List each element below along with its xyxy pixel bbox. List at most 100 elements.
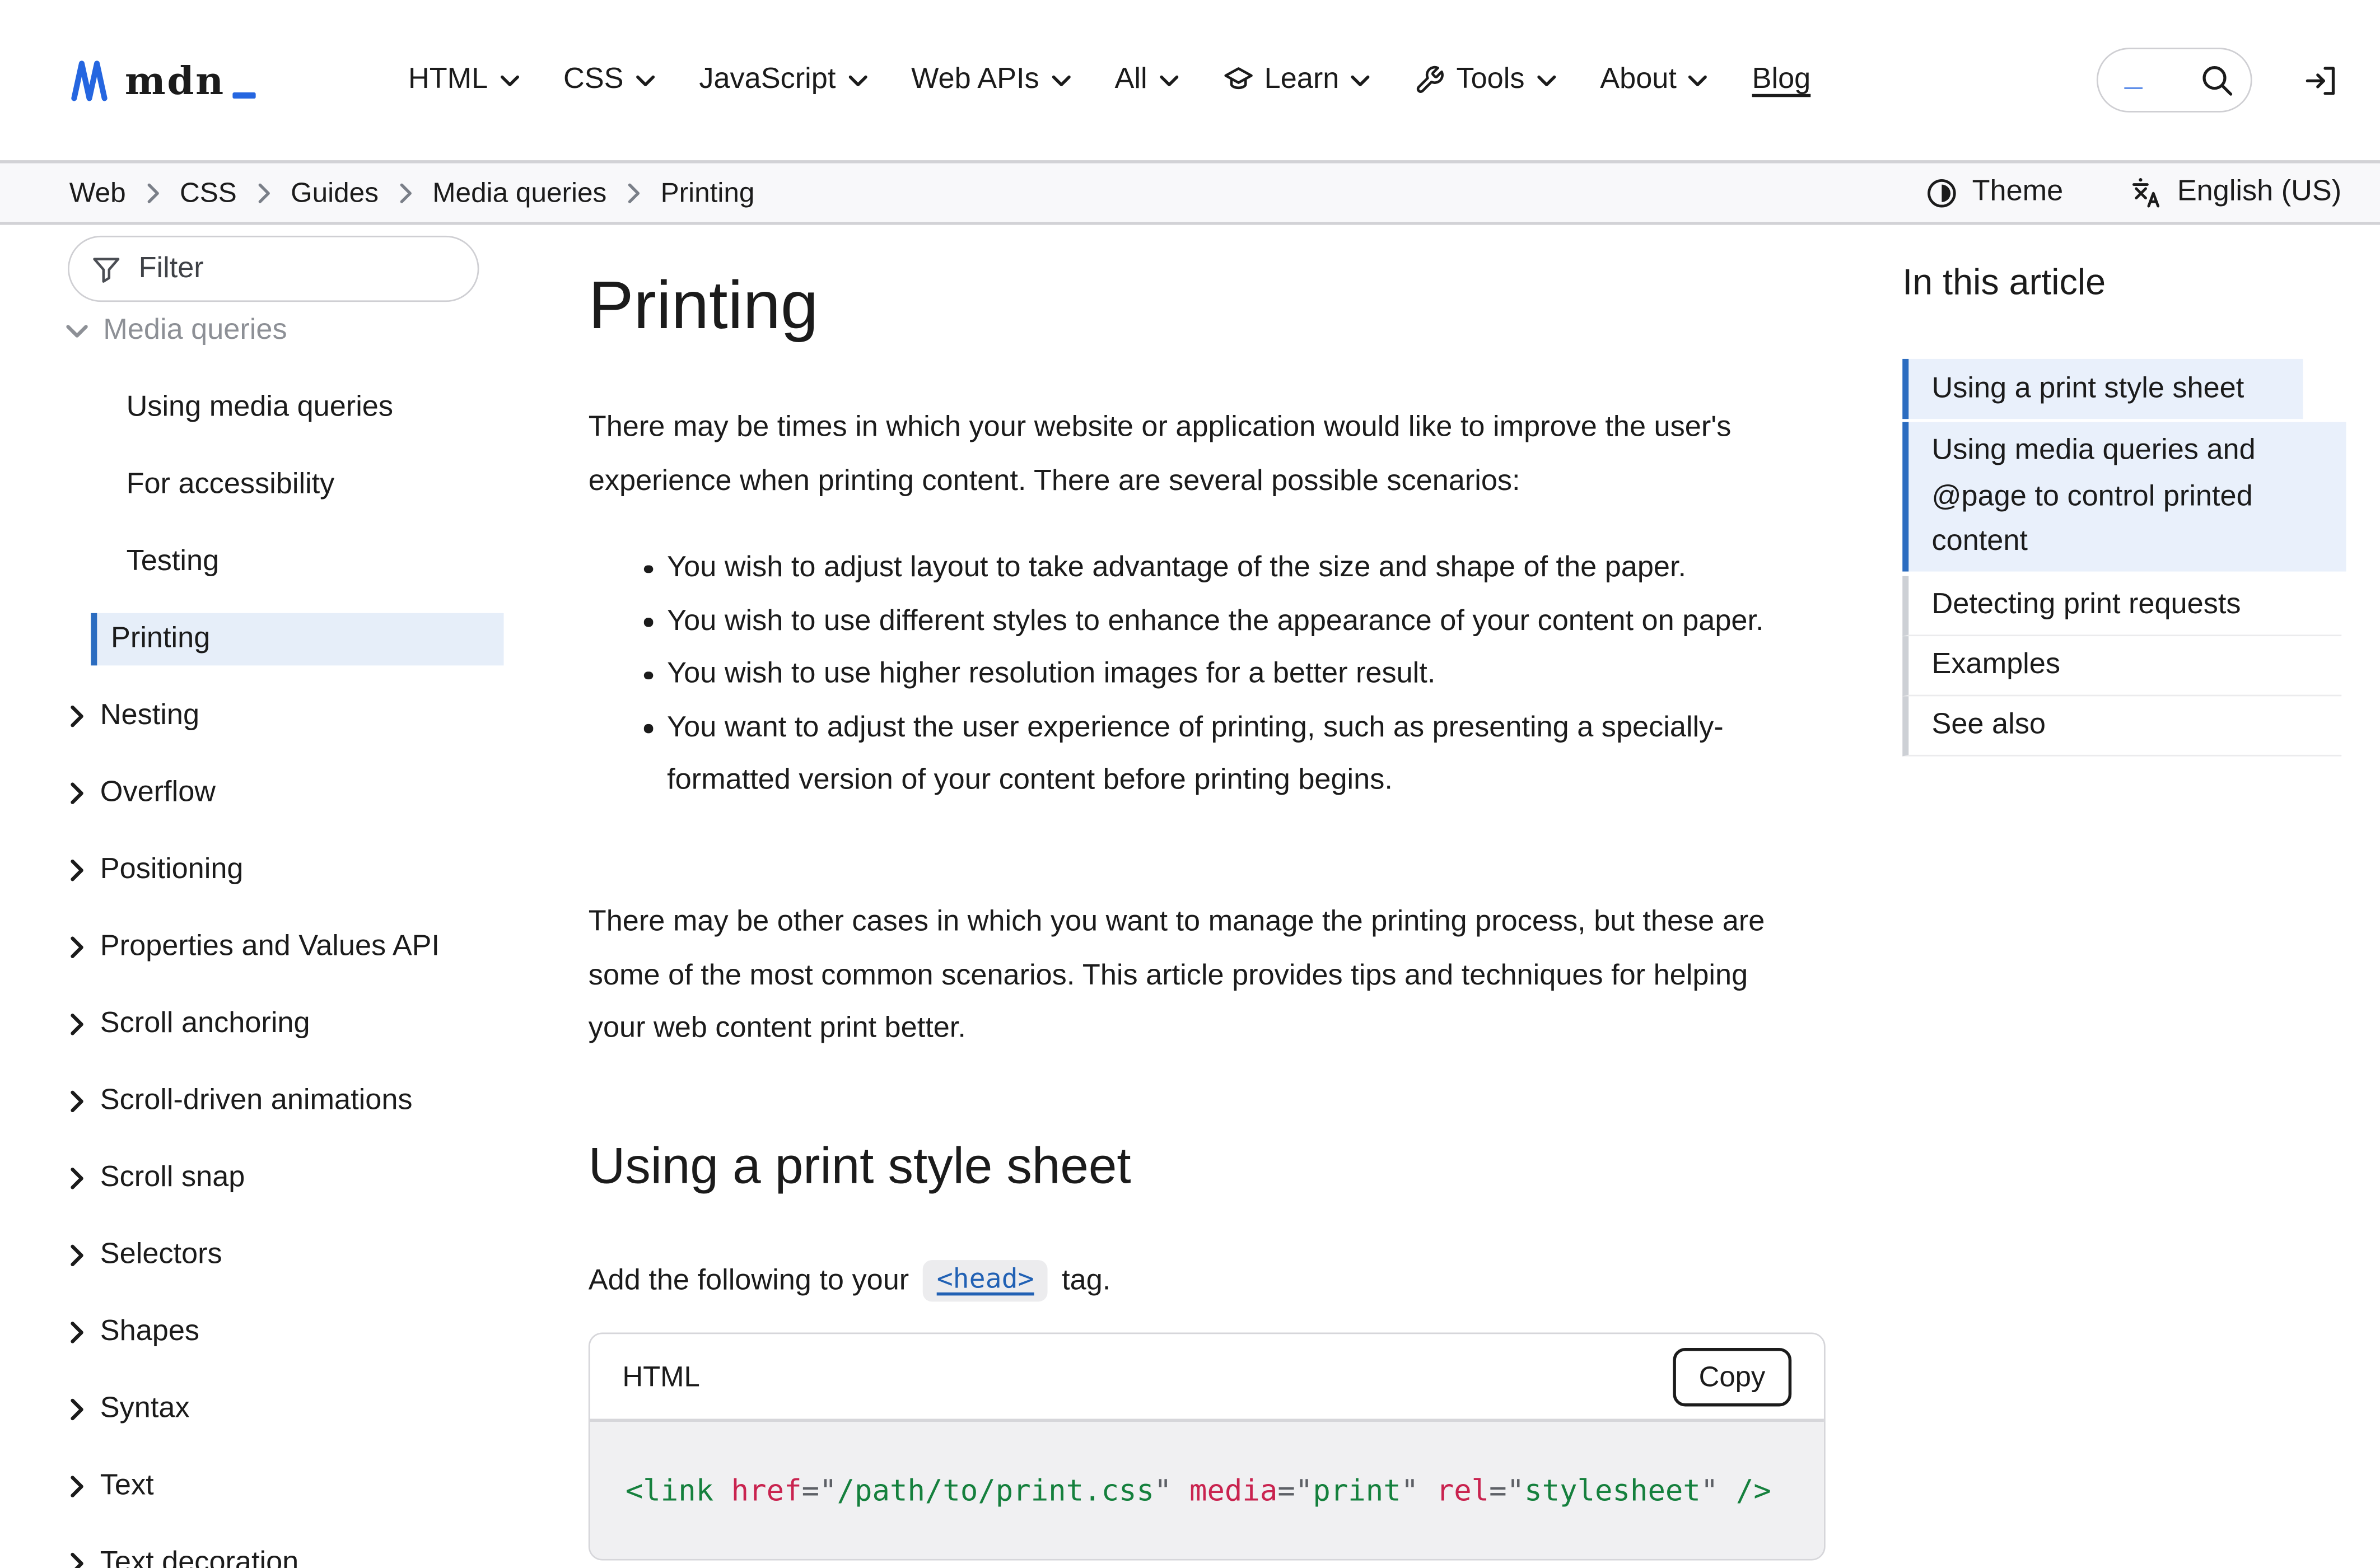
site-header: mdn HTML CSS JavaScript Web APIs All Learn Too…: [0, 0, 2380, 160]
sidebar-item-testing[interactable]: Testing: [0, 524, 562, 601]
search-input[interactable]: [2098, 57, 2195, 104]
sidebar-active-item: Printing: [91, 613, 503, 666]
nav-item-blog[interactable]: Blog: [1752, 63, 1811, 97]
head-tag-link[interactable]: <head>: [923, 1260, 1048, 1301]
chevron-right-icon: [69, 1399, 85, 1421]
toc-link-examples[interactable]: Examples: [1902, 636, 2341, 696]
chevron-right-icon: [69, 1476, 85, 1497]
sidebar-item-syntax[interactable]: Syntax: [0, 1371, 562, 1448]
sidebar-item-shapes[interactable]: Shapes: [0, 1294, 562, 1371]
sidebar-item-selectors[interactable]: Selectors: [0, 1217, 562, 1294]
nav-item-html[interactable]: HTML: [408, 63, 519, 97]
sidebar-item-properties-and-values-api[interactable]: Properties and Values API: [0, 909, 562, 986]
chevron-down-icon: [1689, 73, 1707, 87]
chevron-right-icon: [69, 860, 85, 881]
sidebar-item-using-media-queries[interactable]: Using media queries: [0, 370, 562, 447]
sidebar-item-label: Positioning: [100, 853, 244, 888]
chevron-right-icon: [69, 1168, 85, 1189]
nav-item-about[interactable]: About: [1600, 63, 1707, 97]
filter-icon: [91, 254, 122, 284]
sidebar-filter: [68, 236, 479, 302]
mdn-logo[interactable]: mdn: [71, 0, 256, 160]
toc-link-detecting-print-requests[interactable]: Detecting print requests: [1902, 575, 2341, 635]
nav-item-javascript[interactable]: JavaScript: [699, 63, 866, 97]
nav-item-label: About: [1600, 63, 1677, 97]
scenario-item: You wish to adjust layout to take advant…: [589, 542, 1846, 595]
breadcrumb: Web CSS Guides Media queries Printing: [69, 164, 755, 222]
chevron-down-icon: [848, 73, 866, 87]
article: Printing There may be times in which you…: [589, 225, 1852, 1568]
add-line-after: tag.: [1062, 1264, 1110, 1298]
nav-item-label: Web APIs: [911, 63, 1039, 97]
copy-button[interactable]: Copy: [1673, 1347, 1791, 1406]
sidebar-item-text-decoration[interactable]: Text decoration: [0, 1525, 562, 1568]
toc-link-label: Using media queries and @page to control…: [1932, 428, 2309, 564]
breadcrumb-link-css[interactable]: CSS: [180, 176, 237, 209]
nav-item-tools[interactable]: Tools: [1415, 63, 1555, 97]
sidebar-item-scroll-anchoring[interactable]: Scroll anchoring: [0, 986, 562, 1063]
search-icon[interactable]: [2200, 63, 2235, 99]
section-heading: Using a print style sheet: [589, 1137, 1131, 1196]
sidebar-item-printing[interactable]: Printing: [0, 601, 562, 678]
sidebar-item-nesting[interactable]: Nesting: [0, 678, 562, 755]
toc-title: In this article: [1902, 262, 2106, 304]
sidebar-item-label: Printing: [111, 622, 210, 656]
sidebar-item-label: Scroll anchoring: [100, 1007, 310, 1042]
sidebar-item-media-queries[interactable]: Media queries: [0, 293, 562, 370]
search-box: [2097, 48, 2252, 113]
nav-item-label: CSS: [563, 63, 623, 97]
breadcrumb-separator-icon: [627, 183, 641, 203]
chevron-right-icon: [69, 1091, 85, 1113]
mdn-logo-m-icon: [71, 59, 119, 101]
sidebar-item-label: Scroll-driven animations: [100, 1085, 413, 1119]
toc-link-using-media-queries-and-page-to-control-printed-content[interactable]: Using media queries and @page to control…: [1902, 422, 2346, 571]
login-icon[interactable]: [2303, 63, 2338, 99]
sidebar-item-label: Nesting: [100, 699, 199, 734]
toc-link-label: Examples: [1932, 642, 2060, 687]
scenario-list: You wish to adjust layout to take advant…: [589, 542, 1846, 809]
sidebar-item-for-accessibility[interactable]: For accessibility: [0, 447, 562, 524]
sidebar-item-overflow[interactable]: Overflow: [0, 755, 562, 832]
mdn-logo-underscore: [233, 92, 256, 99]
nav-item-learn[interactable]: Learn: [1222, 63, 1370, 97]
breadcrumb-link-web[interactable]: Web: [69, 176, 126, 209]
sidebar-item-label: Using media queries: [127, 391, 393, 426]
nav-item-web-apis[interactable]: Web APIs: [911, 63, 1070, 97]
sidebar-filter-input[interactable]: [136, 250, 427, 287]
code-line: <link href="/path/to/print.css" media="p…: [626, 1473, 1771, 1508]
breadcrumb-link-media-queries[interactable]: Media queries: [432, 176, 606, 209]
chevron-down-icon: [1537, 73, 1555, 87]
nav-item-label: All: [1115, 63, 1147, 97]
graduation-cap-icon: [1222, 65, 1253, 96]
language-button[interactable]: English (US): [2131, 176, 2341, 210]
breadcrumb-link-printing[interactable]: Printing: [661, 176, 755, 209]
add-line-before: Add the following to your: [589, 1264, 909, 1298]
sidebar-item-text[interactable]: Text: [0, 1448, 562, 1525]
translate-icon: [2131, 176, 2163, 209]
theme-button[interactable]: Theme: [1926, 176, 2063, 210]
scenario-item: You wish to use different styles to enha…: [589, 595, 1846, 648]
sidebar: Media queries Using media queries For acce…: [0, 225, 562, 1568]
breadcrumb-link-guides[interactable]: Guides: [291, 176, 379, 209]
chevron-down-icon: [1351, 73, 1370, 87]
chevron-down-icon: [66, 324, 88, 339]
toc-link-using-a-print-style-sheet[interactable]: Using a print style sheet: [1902, 359, 2303, 419]
sidebar-item-label: Overflow: [100, 776, 216, 810]
sidebar-item-scroll-snap[interactable]: Scroll snap: [0, 1140, 562, 1217]
sidebar-item-positioning[interactable]: Positioning: [0, 832, 562, 909]
nav-item-label: HTML: [408, 63, 488, 97]
chevron-down-icon: [1052, 73, 1070, 87]
sidebar-item-scroll-driven-animations[interactable]: Scroll-driven animations: [0, 1063, 562, 1140]
nav-item-all[interactable]: All: [1115, 63, 1178, 97]
sidebar-item-label: Text: [100, 1469, 154, 1504]
sidebar-item-label: Selectors: [100, 1239, 222, 1273]
sidebar-item-label: Testing: [127, 545, 220, 580]
code-language-label: HTML: [622, 1360, 700, 1394]
theme-label: Theme: [1972, 176, 2064, 210]
page-title: Printing: [589, 268, 818, 346]
toc-link-see-also[interactable]: See also: [1902, 696, 2341, 755]
theme-icon: [1926, 176, 1958, 209]
sidebar-item-label: Text decoration: [100, 1547, 298, 1568]
sidebar-item-label: Properties and Values API: [100, 930, 440, 964]
nav-item-css[interactable]: CSS: [563, 63, 655, 97]
